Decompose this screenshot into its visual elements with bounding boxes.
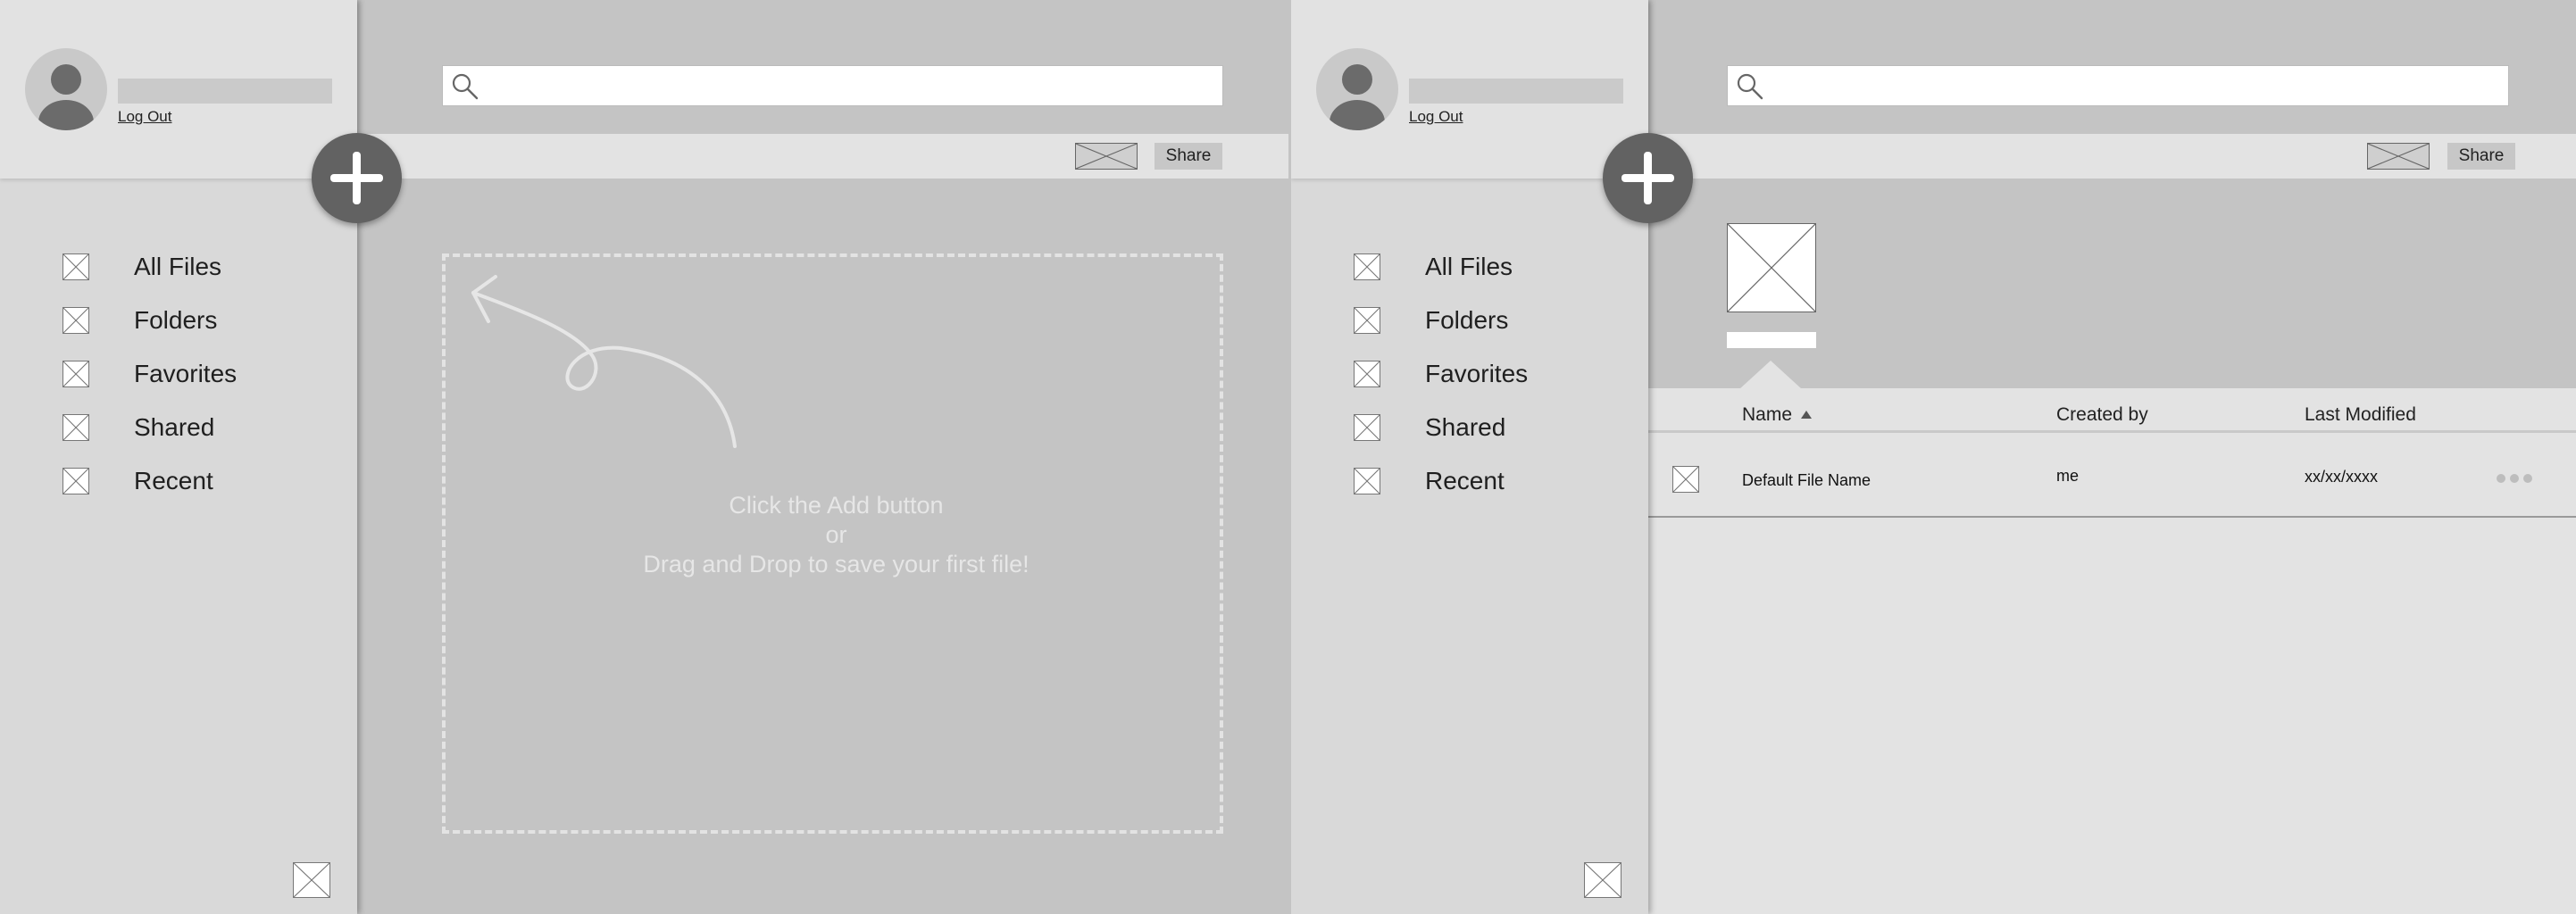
- sidebar-item-favorites[interactable]: Favorites: [0, 348, 357, 402]
- avatar-head: [1342, 64, 1372, 95]
- sidebar-item-shared[interactable]: Shared: [1291, 402, 1648, 455]
- image-placeholder-icon: [63, 468, 89, 494]
- column-header-last-modified[interactable]: Last Modified: [2305, 404, 2416, 426]
- sidebar-item-label: Favorites: [134, 360, 238, 387]
- sidebar-item-label: All Files: [134, 253, 222, 280]
- avatar[interactable]: [1316, 48, 1398, 130]
- sidebar-item-all-files[interactable]: All Files: [0, 241, 357, 295]
- image-placeholder-icon: [1354, 253, 1380, 280]
- image-placeholder-icon: [63, 253, 89, 280]
- sidebar-nav: All Files Folders Favorites Shared Recen…: [1291, 241, 1648, 509]
- search-icon: [1737, 73, 1763, 100]
- file-name: Default File Name: [1742, 471, 1872, 489]
- image-placeholder-icon: [63, 414, 89, 441]
- share-button[interactable]: Share: [1155, 143, 1222, 170]
- settings-placeholder-icon[interactable]: [1584, 862, 1621, 898]
- image-placeholder-icon: [1354, 361, 1380, 387]
- sidebar-item-label: Folders: [134, 306, 218, 334]
- image-placeholder-icon: [1354, 307, 1380, 334]
- avatar[interactable]: [25, 48, 107, 130]
- sidebar: Log Out All Files Folders Favorites Shar…: [0, 0, 357, 914]
- user-profile-header: Log Out: [0, 0, 357, 179]
- file-list: Name Created by Last Modified Default Fi…: [1648, 388, 2576, 914]
- curved-arrow-icon: [471, 275, 737, 448]
- column-header-label: Name: [1742, 404, 1793, 425]
- sidebar-item-label: Shared: [134, 413, 215, 441]
- user-name-placeholder: [118, 79, 332, 104]
- sidebar-item-folders[interactable]: Folders: [0, 295, 357, 348]
- file-last-modified: xx/xx/xxxx: [2305, 468, 2379, 486]
- image-placeholder-icon: [1354, 414, 1380, 441]
- sidebar-item-label: Folders: [1425, 306, 1509, 334]
- image-placeholder-icon: [63, 361, 89, 387]
- add-button[interactable]: [312, 133, 402, 223]
- toolbar: Share: [1648, 134, 2576, 179]
- sidebar-item-recent[interactable]: Recent: [0, 455, 357, 509]
- sidebar-item-label: Shared: [1425, 413, 1506, 441]
- empty-state-line-3: Drag and Drop to save your first file!: [643, 551, 1030, 577]
- add-button[interactable]: [1603, 133, 1693, 223]
- sidebar-item-label: All Files: [1425, 253, 1513, 280]
- image-placeholder-icon: [1354, 468, 1380, 494]
- file-created-by: me: [2056, 467, 2080, 485]
- screen-file-list: Log Out All Files Folders Favorites Shar…: [1291, 0, 2576, 914]
- user-profile-header: Log Out: [1291, 0, 1648, 179]
- empty-state-line-2: or: [825, 521, 847, 548]
- plus-icon-stroke: [353, 152, 361, 204]
- plus-icon-stroke: [1644, 152, 1652, 204]
- table-row[interactable]: Default File Name me xx/xx/xxxx: [1648, 436, 2576, 518]
- sidebar-nav: All Files Folders Favorites Shared Recen…: [0, 241, 357, 509]
- screen-empty-state: Log Out All Files Folders Favorites Shar…: [0, 0, 1288, 914]
- search-input[interactable]: [488, 66, 1213, 105]
- column-header-name[interactable]: Name: [1742, 404, 1813, 426]
- logout-link[interactable]: Log Out: [118, 108, 172, 126]
- search-bar[interactable]: [442, 65, 1223, 106]
- file-preview-thumbnail[interactable]: [1727, 223, 1816, 312]
- image-placeholder-icon: [63, 307, 89, 334]
- avatar-head: [51, 64, 81, 95]
- file-type-icon: [1672, 466, 1699, 493]
- image-placeholder-icon[interactable]: [2367, 143, 2430, 170]
- sidebar-item-label: Recent: [1425, 467, 1505, 494]
- user-name-placeholder: [1409, 79, 1623, 104]
- avatar-body: [38, 100, 94, 130]
- share-button[interactable]: Share: [2447, 143, 2515, 170]
- file-preview-caption: [1727, 332, 1816, 348]
- image-placeholder-icon[interactable]: [1075, 143, 1138, 170]
- settings-placeholder-icon[interactable]: [293, 862, 330, 898]
- table-header: Name Created by Last Modified: [1648, 388, 2576, 433]
- sort-ascending-icon: [1801, 411, 1813, 419]
- sidebar-item-label: Favorites: [1425, 360, 1529, 387]
- sidebar-item-recent[interactable]: Recent: [1291, 455, 1648, 509]
- more-options-icon[interactable]: [2497, 471, 2541, 483]
- empty-state-line-1: Click the Add button: [729, 492, 944, 519]
- sidebar-item-label: Recent: [134, 467, 213, 494]
- sidebar-item-shared[interactable]: Shared: [0, 402, 357, 455]
- sidebar-item-folders[interactable]: Folders: [1291, 295, 1648, 348]
- sidebar-item-favorites[interactable]: Favorites: [1291, 348, 1648, 402]
- toolbar: Share: [357, 134, 1288, 179]
- column-header-created-by[interactable]: Created by: [2056, 404, 2148, 426]
- search-input[interactable]: [1772, 66, 2499, 105]
- search-bar[interactable]: [1727, 65, 2509, 106]
- preview-pointer: [1739, 361, 1802, 389]
- search-icon: [452, 73, 479, 100]
- sidebar-item-all-files[interactable]: All Files: [1291, 241, 1648, 295]
- logout-link[interactable]: Log Out: [1409, 108, 1463, 126]
- sidebar: Log Out All Files Folders Favorites Shar…: [1291, 0, 1648, 914]
- avatar-body: [1330, 100, 1385, 130]
